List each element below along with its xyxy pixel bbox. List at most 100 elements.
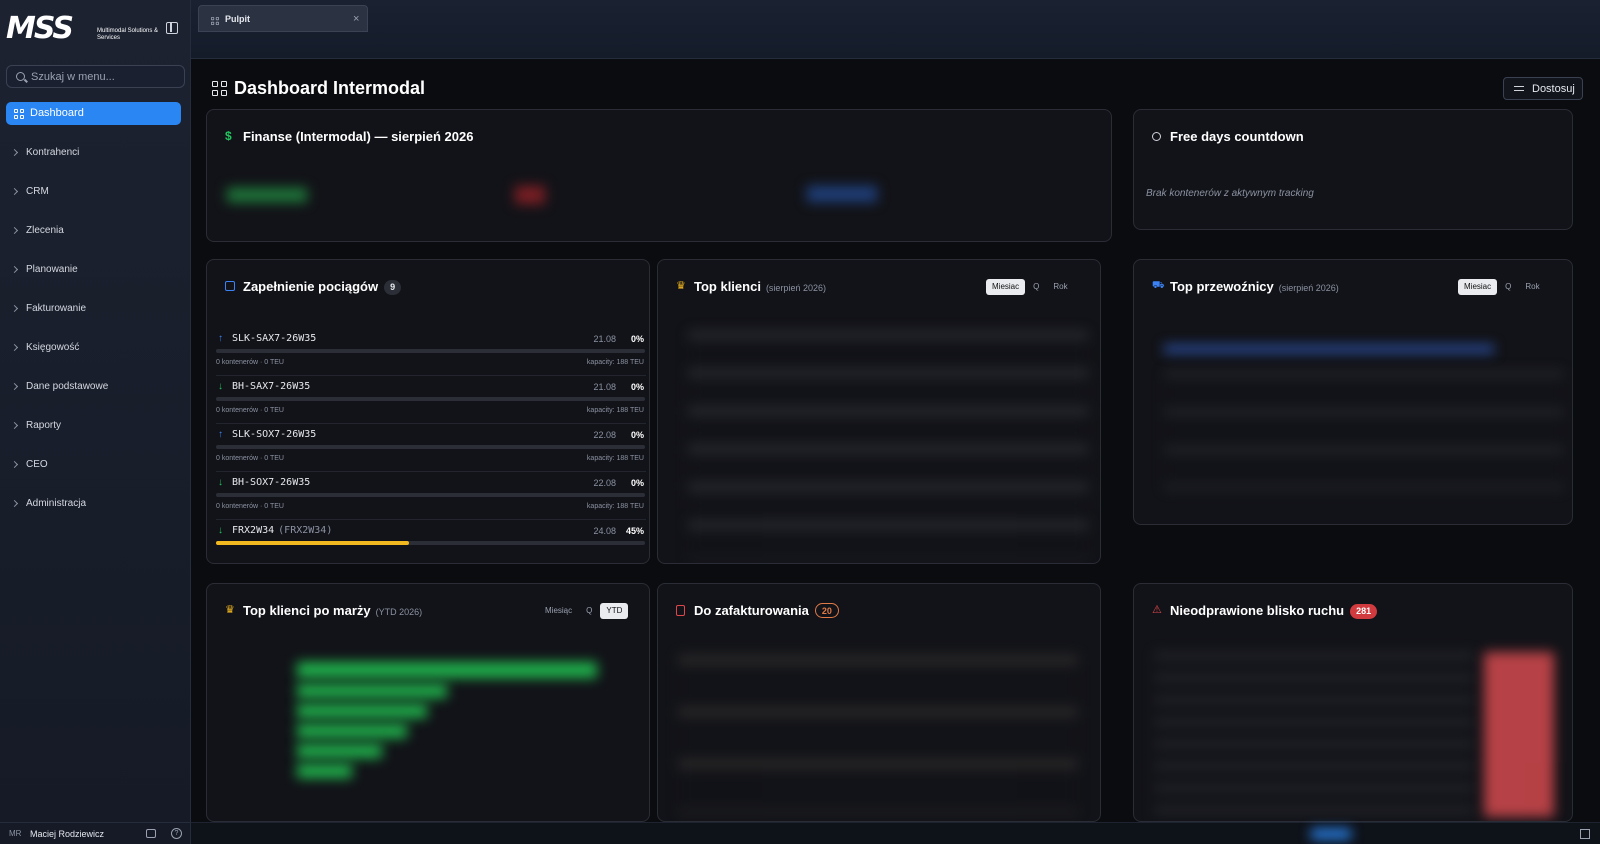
period-option-miesiac[interactable]: Miesiac xyxy=(986,279,1026,295)
count-badge: 281 xyxy=(1350,604,1378,619)
finance-kpi-blurred xyxy=(227,188,307,202)
warning-icon: ⚠ xyxy=(1152,604,1162,616)
carriers-table-blurred xyxy=(1164,370,1564,490)
fill-percent: 45% xyxy=(625,526,644,536)
avatar[interactable]: MR xyxy=(9,829,21,838)
user-name[interactable]: Maciej Rodziewicz xyxy=(30,829,104,839)
unresolved-card: ⚠ Nieodprawione blisko ruchu 281 xyxy=(1133,583,1573,822)
sliders-icon xyxy=(1514,85,1524,93)
train-row[interactable]: ↑ SLK-SAX7-26W35 21.08 0% 0 kontenerów · 0 T… xyxy=(216,329,646,376)
period-option-q[interactable]: Q xyxy=(580,603,598,619)
dollar-icon: $ xyxy=(225,129,232,143)
carriers-chart-blurred xyxy=(1164,345,1494,353)
sidebar-item-dashboard[interactable]: Dashboard xyxy=(6,102,181,125)
sidebar-item-label: Planowanie xyxy=(26,264,78,275)
count-badge: 9 xyxy=(384,280,402,295)
sidebar-item-label: Dashboard xyxy=(30,107,84,119)
margin-bar-blurred xyxy=(297,684,447,698)
train-containers: 0 kontenerów · 0 TEU xyxy=(216,407,284,414)
sidebar-item-label: Kontrahenci xyxy=(26,147,80,158)
direction-arrow-icon: ↑ xyxy=(218,333,223,344)
finance-kpi-blurred xyxy=(807,186,877,202)
period-option-miesiac[interactable]: Miesiac xyxy=(1458,279,1498,295)
status-chip-blurred xyxy=(1311,829,1351,839)
sidebar-item-label: Raporty xyxy=(26,420,62,431)
train-row[interactable]: ↓ BH-SOX7-26W35 22.08 0% 0 kontenerów · 0 TE… xyxy=(216,473,646,520)
direction-arrow-icon: ↓ xyxy=(218,381,223,392)
train-code: SLK-SOX7-26W35 xyxy=(232,429,317,440)
train-row[interactable]: ↑ SLK-SOX7-26W35 22.08 0% 0 kontenerów · 0 T… xyxy=(216,425,646,472)
brand-logo[interactable]: MSS Multimodal Solutions & Services xyxy=(6,14,182,44)
sidebar-item-label: Zlecenia xyxy=(26,225,64,236)
sidebar-item-label: CRM xyxy=(26,186,49,197)
train-fill-card: Zapełnienie pociągów 9 ↑ SLK-SAX7-26W35 21.… xyxy=(206,259,650,564)
tab-bar: Pulpit × xyxy=(191,0,1600,59)
card-title: Top przewoźnicy (sierpień 2026) xyxy=(1170,279,1339,294)
card-title: Do zafakturowania 20 xyxy=(694,603,839,618)
train-code: BH-SAX7-26W35 xyxy=(232,381,311,392)
train-capacity: kapacity: 188 TEU xyxy=(586,407,644,414)
help-icon[interactable]: ? xyxy=(171,828,182,839)
sidebar: MSS Multimodal Solutions & Services Dash… xyxy=(0,0,191,844)
card-title: Top klienci po marży (YTD 2026) xyxy=(243,603,423,618)
train-date: 22.08 xyxy=(593,430,616,440)
train-containers: 0 kontenerów · 0 TEU xyxy=(216,503,284,510)
user-footer: MR Maciej Rodziewicz ? xyxy=(0,822,191,844)
fullscreen-icon[interactable] xyxy=(1580,829,1590,839)
menu-search-input[interactable] xyxy=(31,69,181,85)
period-option-rok[interactable]: Rok xyxy=(1519,279,1545,295)
sidebar-item-label: Administracja xyxy=(26,498,87,509)
card-title: Free days countdown xyxy=(1170,129,1304,144)
app-window: MSS Multimodal Solutions & Services Dash… xyxy=(0,0,1600,844)
chevron-right-icon xyxy=(10,304,19,313)
clients-table-blurred xyxy=(688,330,1088,560)
train-code: FRX2W34 (FRX2W34) xyxy=(232,525,333,536)
truck-icon: ⛟ xyxy=(1152,280,1165,291)
sidebar-item-label: Fakturowanie xyxy=(26,303,87,314)
period-option-ytd[interactable]: YTD xyxy=(600,603,629,619)
customize-button[interactable]: Dostosuj xyxy=(1503,77,1583,100)
card-title: Zapełnienie pociągów 9 xyxy=(243,279,402,295)
top-clients-card: ♛ Top klienci (sierpień 2026) Miesiac Q Rok xyxy=(657,259,1101,564)
dashboard-icon xyxy=(211,17,219,25)
feedback-icon[interactable] xyxy=(146,829,156,838)
fill-percent: 0% xyxy=(630,430,644,440)
tab-pulpit[interactable]: Pulpit × xyxy=(198,5,368,32)
fill-bar xyxy=(216,541,645,545)
page-title: Dashboard Intermodal xyxy=(234,78,426,98)
margin-bar-blurred xyxy=(297,724,407,738)
crown-icon: ♛ xyxy=(225,604,235,616)
logo-text: MSS xyxy=(6,11,74,46)
crown-icon: ♛ xyxy=(676,280,686,292)
chevron-right-icon xyxy=(10,460,19,469)
unresolved-table-blurred xyxy=(1154,652,1474,817)
chevron-right-icon xyxy=(10,343,19,352)
invoice-icon xyxy=(676,605,685,616)
train-capacity: kapacity: 188 TEU xyxy=(586,503,644,510)
to-invoice-card: Do zafakturowania 20 xyxy=(657,583,1101,822)
card-title: Top klienci (sierpień 2026) xyxy=(694,279,826,294)
sidebar-item-label: Księgowość xyxy=(26,342,80,353)
tab-label: Pulpit xyxy=(225,14,250,24)
fill-bar xyxy=(216,493,645,497)
train-row[interactable]: ↓ FRX2W34 (FRX2W34) 24.08 45% xyxy=(216,521,646,563)
sidebar-toggle-icon[interactable] xyxy=(166,22,178,34)
fill-bar xyxy=(216,349,645,353)
period-option-q[interactable]: Q xyxy=(1027,279,1045,295)
margin-bar-blurred xyxy=(297,704,427,718)
period-option-miesiąc[interactable]: Miesiąc xyxy=(539,603,578,619)
period-option-q[interactable]: Q xyxy=(1499,279,1517,295)
margin-bar-blurred xyxy=(297,744,382,758)
train-code: BH-SOX7-26W35 xyxy=(232,477,311,488)
train-code: SLK-SAX7-26W35 xyxy=(232,333,317,344)
period-option-rok[interactable]: Rok xyxy=(1047,279,1073,295)
chevron-right-icon xyxy=(10,148,19,157)
chevron-right-icon xyxy=(10,499,19,508)
close-icon[interactable]: × xyxy=(353,13,359,25)
search-icon xyxy=(16,72,25,81)
logo-tagline: Multimodal Solutions & Services xyxy=(97,28,159,41)
direction-arrow-icon: ↓ xyxy=(218,525,223,536)
card-title: Finanse (Intermodal) — sierpień 2026 xyxy=(243,129,474,144)
train-row[interactable]: ↓ BH-SAX7-26W35 21.08 0% 0 kontenerów · 0 TE… xyxy=(216,377,646,424)
fill-percent: 0% xyxy=(630,382,644,392)
